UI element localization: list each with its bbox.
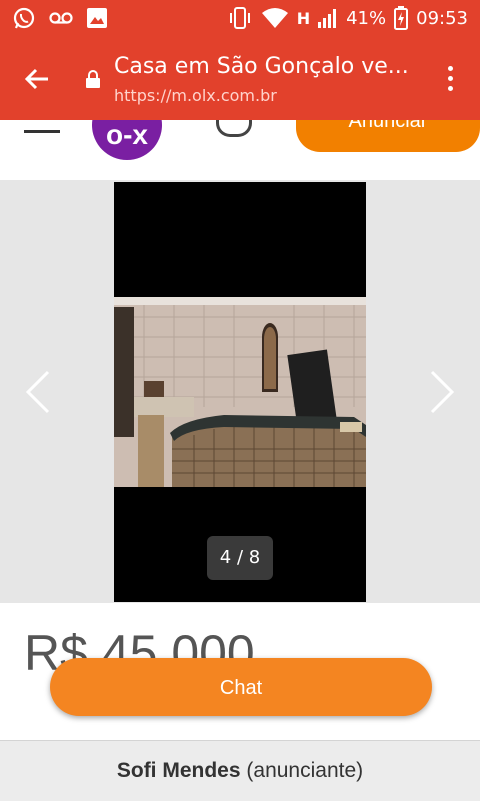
photo-counter: 4 / 8 — [207, 536, 273, 580]
lock-icon — [86, 70, 100, 88]
site-header: o-x Anunciar — [0, 120, 480, 180]
seller-name: Sofi Mendes — [116, 759, 241, 782]
image-icon — [87, 8, 107, 28]
anunciar-button[interactable]: Anunciar — [296, 120, 480, 152]
browser-toolbar: Casa em São Gonçalo ve... https://m.olx.… — [0, 38, 480, 120]
olx-logo[interactable]: o-x — [92, 120, 162, 160]
battery-charging-icon — [394, 6, 409, 30]
chat-button[interactable]: Chat — [50, 658, 432, 716]
page-url[interactable]: https://m.olx.com.br — [114, 86, 277, 105]
overflow-menu-icon[interactable] — [448, 66, 454, 94]
photo-frame[interactable]: 4 / 8 — [114, 182, 366, 602]
network-type: H — [296, 8, 311, 28]
clock: 09:53 — [416, 7, 468, 29]
next-photo-arrow-icon[interactable] — [428, 369, 458, 415]
status-bar: H 41% 09:53 — [0, 0, 480, 38]
vibrate-icon — [229, 7, 250, 29]
voicemail-icon — [49, 12, 73, 24]
seller-role: (anunciante) — [246, 759, 364, 782]
signal-icon — [318, 9, 337, 28]
listing-photo — [114, 297, 366, 487]
back-arrow-icon[interactable] — [22, 64, 52, 94]
hamburger-menu-icon[interactable] — [24, 122, 60, 138]
battery-percent: 41% — [346, 7, 387, 29]
photo-gallery: 4 / 8 — [0, 180, 480, 603]
seller-bar[interactable]: Sofi Mendes (anunciante) — [0, 740, 480, 801]
chat-bubble-icon[interactable] — [216, 120, 252, 137]
previous-photo-arrow-icon[interactable] — [22, 369, 52, 415]
wifi-icon — [261, 8, 288, 28]
page-title[interactable]: Casa em São Gonçalo ve... — [114, 54, 409, 79]
whatsapp-icon — [13, 7, 35, 29]
